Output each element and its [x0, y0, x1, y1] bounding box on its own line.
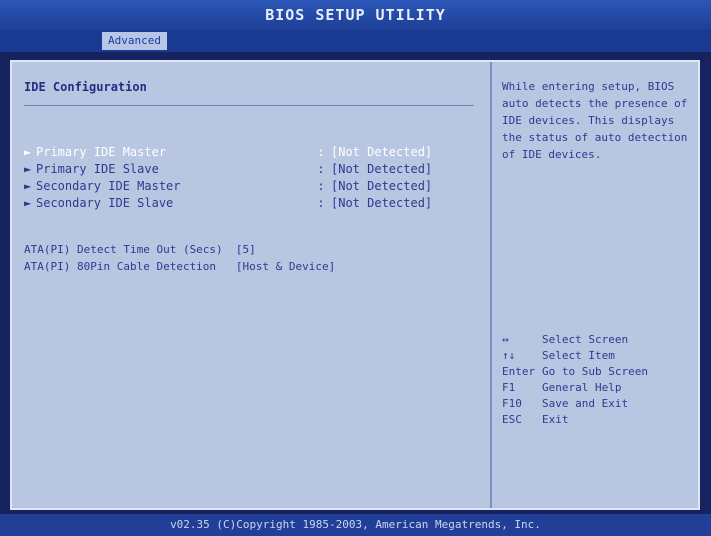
menu-item-secondary-ide-master[interactable]: ► Secondary IDE Master: [Not Detected] — [24, 178, 474, 194]
bios-screen: BIOS SETUP UTILITY Advanced IDE Configur… — [0, 0, 711, 536]
menu-item-value: [Not Detected] — [331, 179, 433, 193]
settings-pane: IDE Configuration ► Primary IDE Master: [N… — [12, 62, 490, 508]
key-row-sub-screen: Enter Go to Sub Screen — [502, 364, 697, 380]
menu-item-value: [Not Detected] — [331, 162, 433, 176]
separator: : — [317, 145, 325, 159]
menu-item-primary-ide-slave[interactable]: ► Primary IDE Slave: [Not Detected] — [24, 161, 474, 177]
bios-title: BIOS SETUP UTILITY — [0, 0, 711, 30]
tab-advanced[interactable]: Advanced — [102, 32, 167, 50]
key-description: Select Screen — [542, 333, 629, 346]
menu-item-value: [Not Detected] — [331, 196, 433, 210]
menu-item-primary-ide-master[interactable]: ► Primary IDE Master: [Not Detected] — [24, 144, 474, 160]
key-description: Save and Exit — [542, 397, 629, 410]
key-label: ESC — [502, 413, 522, 426]
key-label: F1 — [502, 381, 516, 394]
separator: : — [317, 196, 325, 210]
menu-item-secondary-ide-slave[interactable]: ► Secondary IDE Slave: [Not Detected] — [24, 195, 474, 211]
key-label: F10 — [502, 397, 522, 410]
submenu-arrow-icon: ► — [24, 179, 32, 193]
tab-strip: Advanced — [0, 30, 711, 52]
copyright-footer: v02.35 (C)Copyright 1985-2003, American … — [0, 514, 711, 536]
menu-item-label: Secondary IDE Slave — [36, 196, 174, 210]
key-description: Exit — [542, 413, 569, 426]
key-legend: ↔ Select Screen ↑↓ Select Item Enter Go to … — [502, 332, 697, 428]
key-description: Go to Sub Screen — [542, 365, 648, 378]
arrow-left-right-icon: ↔ — [502, 333, 509, 346]
ata-cable-detection-setting[interactable]: ATA(PI) 80Pin Cable Detection [Host & De… — [24, 259, 484, 275]
section-title: IDE Configuration — [24, 80, 147, 94]
key-label: Enter — [502, 365, 536, 378]
key-row-exit: ESC Exit — [502, 412, 697, 428]
key-row-select-item: ↑↓ Select Item — [502, 348, 697, 364]
menu-item-label: Primary IDE Slave — [36, 162, 159, 176]
menu-item-value: [Not Detected] — [331, 145, 433, 159]
key-row-select-screen: ↔ Select Screen — [502, 332, 697, 348]
separator: : — [317, 162, 325, 176]
submenu-arrow-icon: ► — [24, 196, 32, 210]
menu-item-label: Primary IDE Master — [36, 145, 167, 159]
main-panel: IDE Configuration ► Primary IDE Master: [N… — [10, 60, 700, 510]
section-divider — [24, 105, 474, 106]
key-description: Select Item — [542, 349, 615, 362]
arrow-up-down-icon: ↑↓ — [502, 349, 516, 362]
separator: : — [317, 179, 325, 193]
ata-timeout-setting[interactable]: ATA(PI) Detect Time Out (Secs) [5] — [24, 242, 484, 258]
submenu-arrow-icon: ► — [24, 162, 32, 176]
key-description: General Help — [542, 381, 622, 394]
submenu-arrow-icon: ► — [24, 145, 32, 159]
menu-item-label: Secondary IDE Master — [36, 179, 181, 193]
key-row-general-help: F1 General Help — [502, 380, 697, 396]
help-text: While entering setup, BIOS auto detects … — [502, 80, 688, 161]
help-pane: While entering setup, BIOS auto detects … — [490, 62, 700, 508]
key-row-save-exit: F10 Save and Exit — [502, 396, 697, 412]
